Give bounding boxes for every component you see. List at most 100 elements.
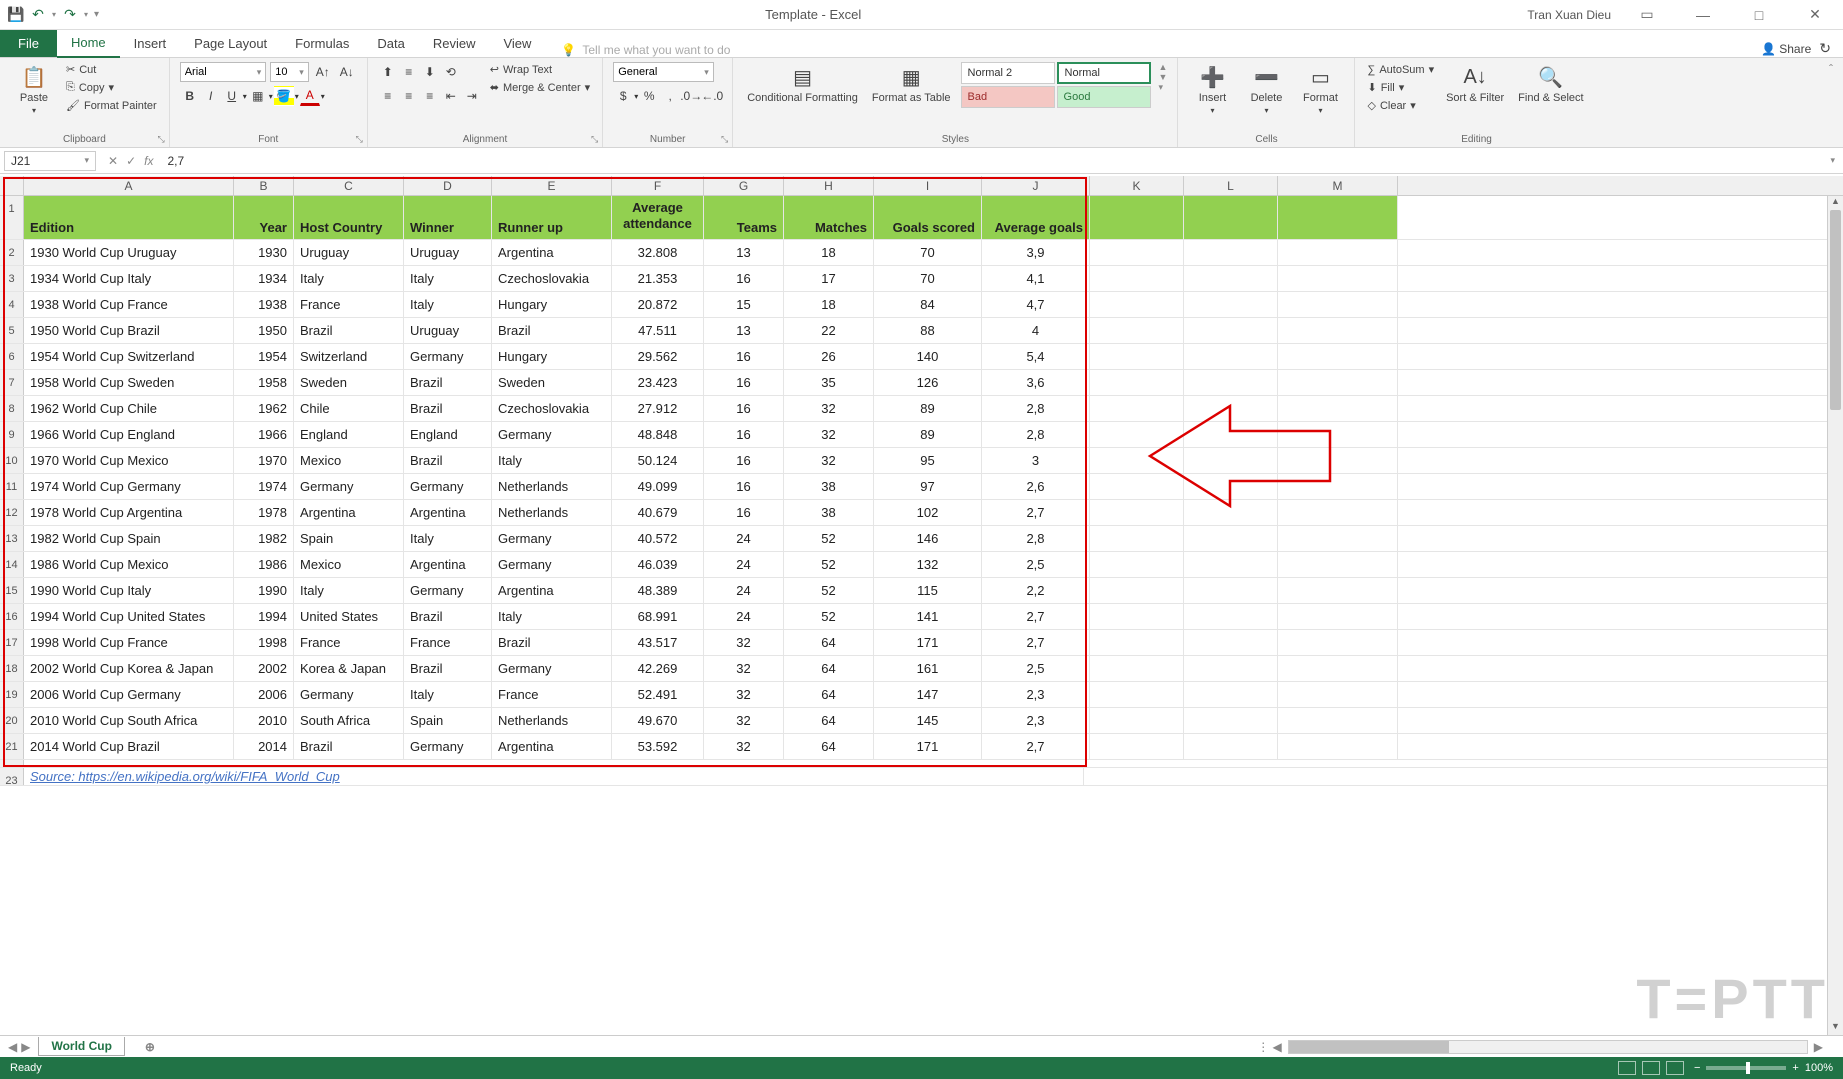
- row-header[interactable]: 15: [0, 578, 24, 603]
- history-icon[interactable]: ↻: [1819, 40, 1831, 57]
- cell-edition[interactable]: 1954 World Cup Switzerland: [24, 344, 234, 369]
- decrease-decimal-icon[interactable]: ←.0: [702, 86, 722, 106]
- source-link-cell[interactable]: Source: https://en.wikipedia.org/wiki/FI…: [24, 768, 1084, 785]
- font-color-button[interactable]: A: [300, 86, 320, 106]
- column-header-C[interactable]: C: [294, 176, 404, 195]
- cell-runnerup[interactable]: Hungary: [492, 292, 612, 317]
- empty-cell[interactable]: [1278, 552, 1398, 577]
- cell-host[interactable]: Brazil: [294, 318, 404, 343]
- empty-cell[interactable]: [1090, 292, 1184, 317]
- empty-cell[interactable]: [1278, 604, 1398, 629]
- row-header[interactable]: 8: [0, 396, 24, 421]
- cell-runnerup[interactable]: Germany: [492, 422, 612, 447]
- cell-winner[interactable]: Brazil: [404, 604, 492, 629]
- cell-runnerup[interactable]: Netherlands: [492, 474, 612, 499]
- empty-cell[interactable]: [1184, 240, 1278, 265]
- cell-goals[interactable]: 97: [874, 474, 982, 499]
- cell-runnerup[interactable]: Argentina: [492, 578, 612, 603]
- empty-cell[interactable]: [1184, 370, 1278, 395]
- cell-winner[interactable]: France: [404, 630, 492, 655]
- empty-cell[interactable]: [1184, 344, 1278, 369]
- cell-matches[interactable]: 35: [784, 370, 874, 395]
- cell-runnerup[interactable]: Netherlands: [492, 500, 612, 525]
- cell-runnerup[interactable]: Brazil: [492, 630, 612, 655]
- tab-data[interactable]: Data: [363, 30, 418, 57]
- cell-matches[interactable]: 32: [784, 422, 874, 447]
- empty-cell[interactable]: [1278, 240, 1398, 265]
- cell-matches[interactable]: 64: [784, 708, 874, 733]
- cell-year[interactable]: 1954: [234, 344, 294, 369]
- cell-avggoals[interactable]: 2,3: [982, 682, 1090, 707]
- empty-cell[interactable]: [1090, 448, 1184, 473]
- cell-host[interactable]: France: [294, 292, 404, 317]
- cell-teams[interactable]: 16: [704, 422, 784, 447]
- style-down-icon[interactable]: ▼: [1159, 72, 1168, 82]
- cell-host[interactable]: Italy: [294, 578, 404, 603]
- horizontal-scrollbar[interactable]: ⋮ ◀ ▶: [175, 1040, 1843, 1054]
- empty-cell[interactable]: [1278, 292, 1398, 317]
- cell-attendance[interactable]: 43.517: [612, 630, 704, 655]
- cell-avggoals[interactable]: 2,5: [982, 552, 1090, 577]
- empty-cell[interactable]: [1090, 682, 1184, 707]
- cell-runnerup[interactable]: Czechoslovakia: [492, 266, 612, 291]
- page-break-view-icon[interactable]: [1666, 1061, 1684, 1075]
- cell-host[interactable]: Mexico: [294, 552, 404, 577]
- cell-year[interactable]: 1978: [234, 500, 294, 525]
- cell-winner[interactable]: Italy: [404, 292, 492, 317]
- comma-icon[interactable]: ,: [660, 86, 680, 106]
- cell-winner[interactable]: Germany: [404, 344, 492, 369]
- chevron-down-icon[interactable]: ▾: [634, 86, 638, 106]
- empty-cell[interactable]: [1184, 734, 1278, 759]
- cell-year[interactable]: 1930: [234, 240, 294, 265]
- cell-runnerup[interactable]: Brazil: [492, 318, 612, 343]
- cell-edition[interactable]: 2002 World Cup Korea & Japan: [24, 656, 234, 681]
- cell-avggoals[interactable]: 4,7: [982, 292, 1090, 317]
- cell-avggoals[interactable]: 4,1: [982, 266, 1090, 291]
- column-header-J[interactable]: J: [982, 176, 1090, 195]
- header-cell[interactable]: Year: [234, 196, 294, 239]
- cancel-formula-icon[interactable]: ✕: [108, 154, 118, 168]
- sort-filter-button[interactable]: A↓Sort & Filter: [1442, 62, 1508, 106]
- select-all-corner[interactable]: [0, 176, 24, 195]
- cell-runnerup[interactable]: Germany: [492, 656, 612, 681]
- row-header[interactable]: 14: [0, 552, 24, 577]
- cell-style-bad[interactable]: Bad: [961, 86, 1055, 108]
- enter-formula-icon[interactable]: ✓: [126, 154, 136, 168]
- cell-attendance[interactable]: 49.670: [612, 708, 704, 733]
- row-header[interactable]: 1: [0, 196, 24, 239]
- chevron-down-icon[interactable]: ▾: [84, 155, 89, 166]
- cell-host[interactable]: Italy: [294, 266, 404, 291]
- delete-cells-button[interactable]: ➖Delete▾: [1242, 62, 1290, 117]
- cell-winner[interactable]: Germany: [404, 578, 492, 603]
- cell-goals[interactable]: 88: [874, 318, 982, 343]
- row-header[interactable]: 13: [0, 526, 24, 551]
- percent-icon[interactable]: %: [639, 86, 659, 106]
- empty-cell[interactable]: [1090, 500, 1184, 525]
- header-cell[interactable]: Averageattendance: [612, 196, 704, 239]
- number-format-input[interactable]: [614, 66, 700, 78]
- cell-avggoals[interactable]: 2,3: [982, 708, 1090, 733]
- cell-teams[interactable]: 32: [704, 656, 784, 681]
- tab-insert[interactable]: Insert: [120, 30, 181, 57]
- empty-cell[interactable]: [1278, 630, 1398, 655]
- cell-teams[interactable]: 16: [704, 370, 784, 395]
- cell-host[interactable]: England: [294, 422, 404, 447]
- sheet-nav-prev-icon[interactable]: ◀: [8, 1040, 17, 1054]
- cell-style-good[interactable]: Good: [1057, 86, 1151, 108]
- cell-avggoals[interactable]: 2,7: [982, 630, 1090, 655]
- cell-goals[interactable]: 146: [874, 526, 982, 551]
- empty-cell[interactable]: [1278, 526, 1398, 551]
- empty-cell[interactable]: [1184, 500, 1278, 525]
- cell-goals[interactable]: 95: [874, 448, 982, 473]
- cell-style-normal2[interactable]: Normal 2: [961, 62, 1055, 84]
- row-header[interactable]: 6: [0, 344, 24, 369]
- cell-goals[interactable]: 126: [874, 370, 982, 395]
- empty-cell[interactable]: [1278, 500, 1398, 525]
- cell-goals[interactable]: 115: [874, 578, 982, 603]
- align-middle-icon[interactable]: ≡: [399, 62, 419, 82]
- cell-runnerup[interactable]: Germany: [492, 552, 612, 577]
- cell-matches[interactable]: 52: [784, 578, 874, 603]
- cell-year[interactable]: 1950: [234, 318, 294, 343]
- row-header[interactable]: 12: [0, 500, 24, 525]
- cell-edition[interactable]: 1998 World Cup France: [24, 630, 234, 655]
